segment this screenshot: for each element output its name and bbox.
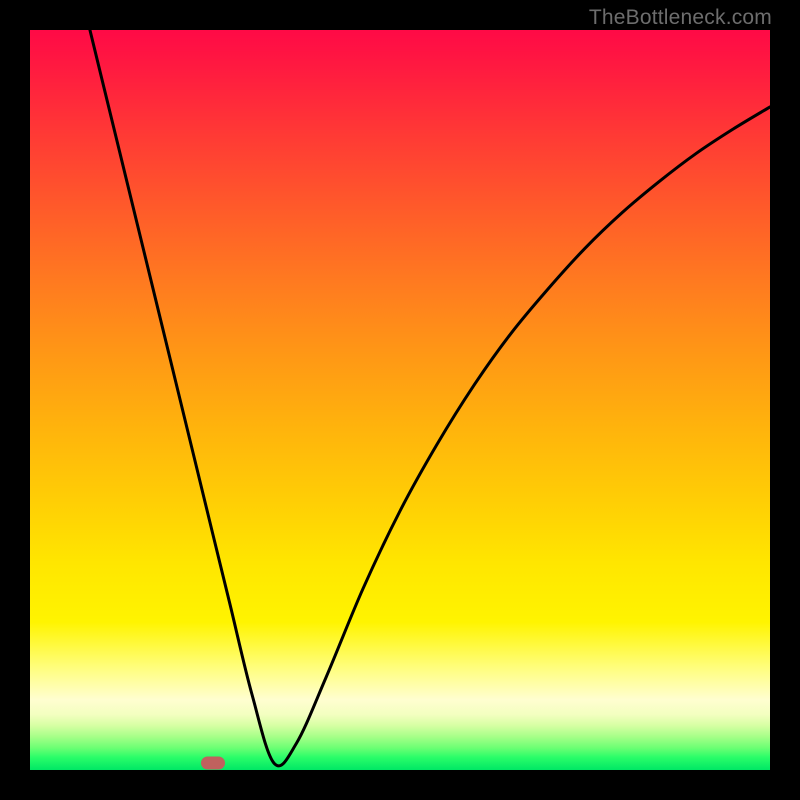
chart-frame: TheBottleneck.com bbox=[0, 0, 800, 800]
bottleneck-curve bbox=[30, 30, 770, 770]
watermark-label: TheBottleneck.com bbox=[589, 6, 772, 30]
optimal-point-marker bbox=[201, 757, 225, 770]
plot-area bbox=[30, 30, 770, 770]
